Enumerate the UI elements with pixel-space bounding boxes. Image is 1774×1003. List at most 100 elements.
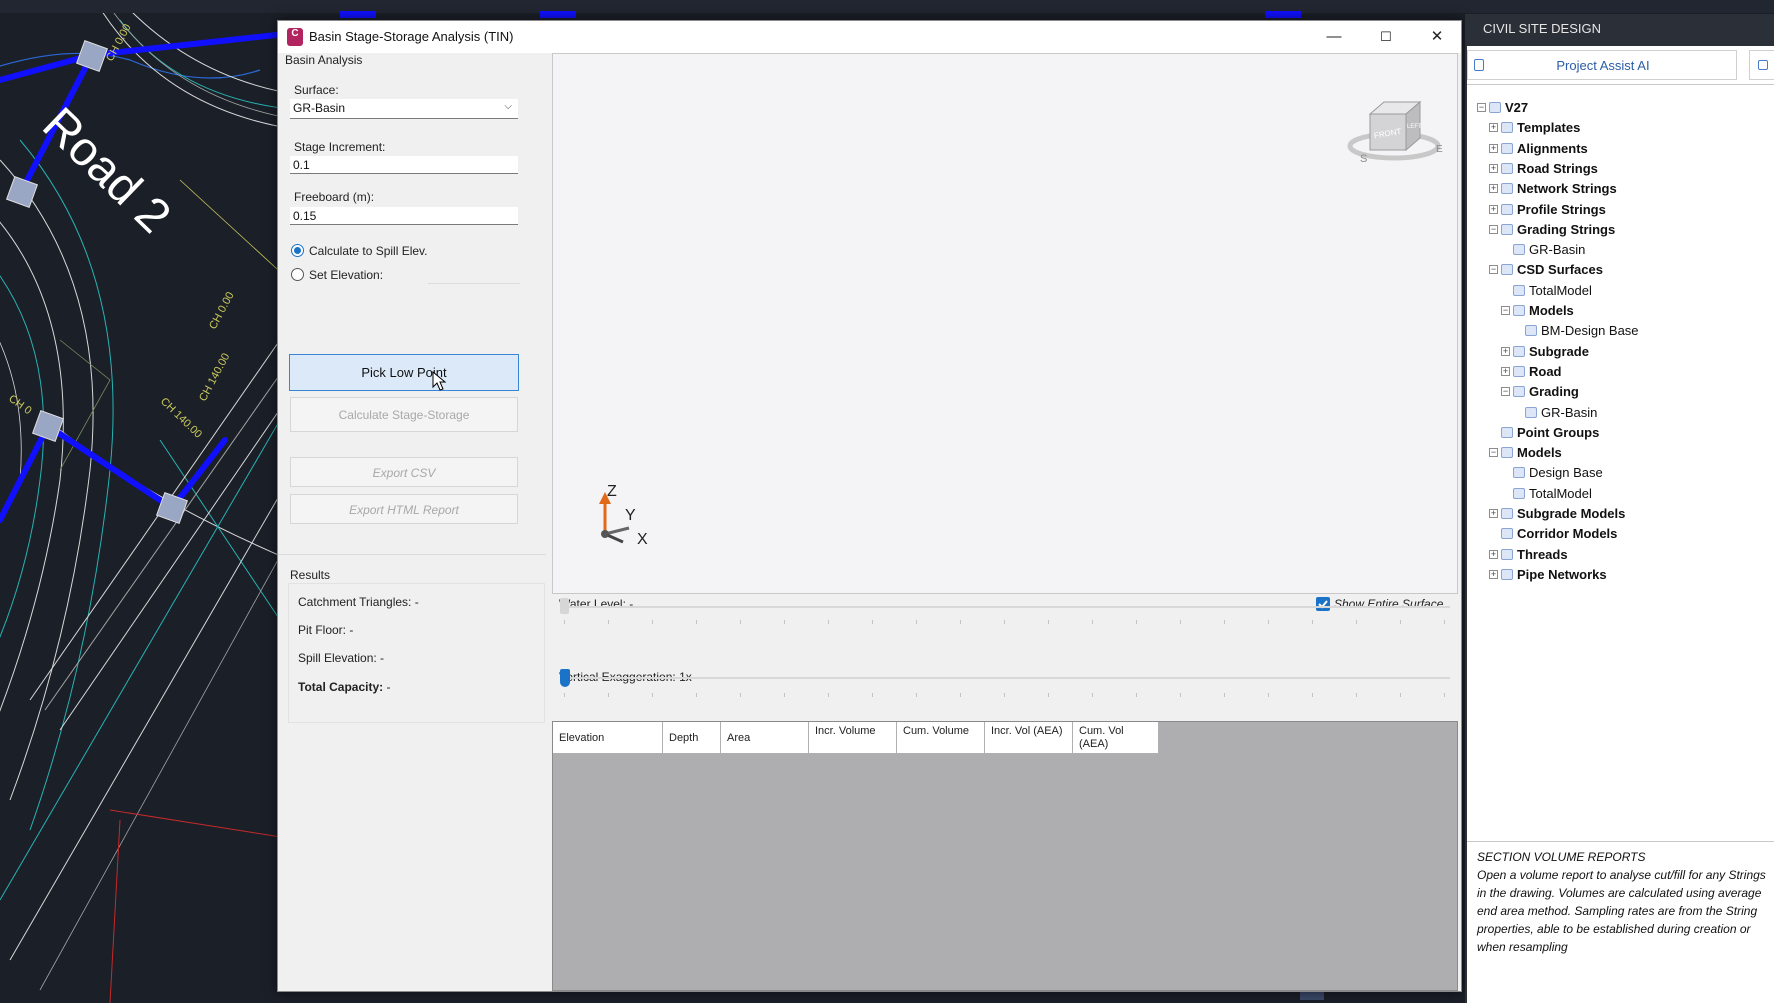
radio-spill-elev[interactable] [291,244,304,257]
tree-item[interactable]: Network Strings [1517,180,1617,198]
tree-item[interactable]: Point Groups [1517,424,1599,442]
tree-item[interactable]: Road [1529,363,1562,381]
mouse-cursor-icon [432,371,447,391]
column-header-depth[interactable]: Depth [663,722,721,754]
axis-z-label: Z [607,484,617,500]
tree-item[interactable]: Subgrade [1529,343,1589,361]
viewcube-left-label: LEFT [1407,124,1422,130]
tree-item[interactable]: Threads [1517,546,1568,564]
collapse-icon[interactable]: − [1501,387,1510,397]
collapse-icon[interactable]: − [1477,103,1486,112]
chevron-down-icon: ⌵ [504,101,512,112]
tree-item[interactable]: Alignments [1517,140,1588,158]
pick-low-point-button[interactable]: Pick Low Point [289,354,519,391]
tree-item[interactable]: Design Base [1529,464,1603,482]
freeboard-input[interactable]: 0.15 [290,207,518,225]
group-title: Basin Analysis [285,53,363,67]
description-title: SECTION VOLUME REPORTS [1477,850,1646,864]
show-entire-surface-checkbox[interactable] [1316,597,1330,611]
expand-icon[interactable]: + [1489,143,1498,153]
tree-item[interactable]: Road Strings [1517,160,1598,178]
tree-item[interactable]: CSD Surfaces [1517,261,1603,279]
export-csv-button[interactable]: Export CSV [290,457,518,487]
pit-floor: Pit Floor: - [298,623,354,637]
tree-node-icon [1489,102,1501,113]
spill-elevation: Spill Elevation: - [298,651,385,665]
expand-icon[interactable]: + [1489,184,1498,194]
total-capacity-label: Total Capacity: [298,680,384,694]
description-body: Open a volume report to analyse cut/fill… [1477,868,1766,954]
tree-item[interactable]: Profile Strings [1517,201,1606,219]
stage-increment-label: Stage Increment: [294,140,386,154]
expand-icon[interactable]: + [1489,549,1498,559]
expand-icon[interactable]: + [1489,509,1498,518]
collapse-icon[interactable]: − [1489,224,1498,234]
calculate-stage-storage-button[interactable]: Calculate Stage-Storage [290,397,518,432]
radio-set-elevation[interactable] [291,268,304,281]
tree-node-icon [1513,345,1525,357]
tree-node-icon [1501,548,1513,560]
minimize-button[interactable]: — [1311,21,1357,53]
tree-node-icon [1513,487,1525,499]
column-header-area[interactable]: Area [721,722,809,754]
3d-viewport[interactable]: FRONT LEFT S E Z Y X [552,53,1458,594]
expand-icon[interactable]: + [1489,569,1498,579]
tree-item[interactable]: Subgrade Models [1517,505,1625,523]
stage-increment-input[interactable]: 0.1 [290,156,518,174]
tree-item[interactable]: GR-Basin [1541,404,1597,422]
tree-node-icon [1501,122,1513,134]
show-entire-surface-label: Show Entire Surface [1334,597,1444,611]
panel-title: CIVIL SITE DESIGN [1483,21,1601,36]
maximize-button[interactable]: ☐ [1363,21,1409,53]
tree-item[interactable]: Corridor Models [1517,525,1617,543]
collapse-icon[interactable]: − [1489,448,1498,458]
expand-icon[interactable]: + [1489,123,1498,133]
tree-item[interactable]: BM-Design Base [1541,322,1639,340]
water-level-slider[interactable] [560,606,1450,608]
column-header-elevation[interactable]: Elevation [553,722,663,754]
surface-select-value: GR-Basin [293,101,346,115]
vertical-exaggeration-slider[interactable] [560,677,1450,679]
expand-icon[interactable]: + [1489,204,1498,214]
tree-node-icon [1501,203,1513,215]
expand-icon[interactable]: + [1501,346,1510,356]
tree-item[interactable]: V27 [1505,99,1528,117]
column-header-incr-volume[interactable]: Incr. Volume [809,722,897,754]
project-assist-ai-button[interactable]: Project Assist AI [1467,50,1737,80]
civil-site-design-panel: CIVIL SITE DESIGN Project Assist AI − V27… [1465,14,1774,1003]
close-button[interactable]: ✕ [1414,21,1460,53]
tree-item[interactable]: Grading [1529,383,1579,401]
viewcube-icon[interactable]: FRONT LEFT S E [1346,84,1446,166]
surface-select[interactable]: GR-Basin ⌵ [290,99,518,119]
vertical-exaggeration-ticks [564,693,1450,697]
collapse-icon[interactable]: − [1501,306,1510,315]
expand-icon[interactable]: + [1489,163,1498,173]
export-html-report-button[interactable]: Export HTML Report [290,494,518,524]
water-level-label: Water Level: - [559,597,634,611]
dialog-titlebar[interactable]: C Basin Stage-Storage Analysis (TIN) — ☐… [278,21,1461,53]
tree-node-icon [1501,183,1513,195]
water-level-slider-thumb[interactable] [560,598,569,614]
column-header-cum-volume[interactable]: Cum. Volume [897,722,985,754]
tree-node-icon [1501,447,1513,459]
tree-item[interactable]: Grading Strings [1517,221,1615,239]
tree-item[interactable]: Pipe Networks [1517,566,1607,584]
refresh-icon [1758,60,1768,70]
tree-item[interactable]: GR-Basin [1529,241,1585,259]
results-title: Results [290,568,331,582]
axis-triad-icon: Z Y X [599,484,648,548]
tree-item[interactable]: Templates [1517,119,1580,137]
refresh-button[interactable] [1749,50,1774,80]
tree-item[interactable]: Models [1517,444,1562,462]
tree-node-icon [1501,426,1513,438]
expand-icon[interactable]: + [1501,366,1510,376]
tree-item[interactable]: TotalModel [1529,485,1592,503]
stage-storage-table[interactable]: Elevation Depth Area Incr. Volume Cum. V… [552,721,1458,991]
tree-item[interactable]: TotalModel [1529,282,1592,300]
tree-item[interactable]: Models [1529,302,1574,320]
column-header-incr-vol-aea[interactable]: Incr. Vol (AEA) [985,722,1073,754]
vertical-exaggeration-slider-thumb[interactable] [560,669,570,687]
set-elevation-input[interactable] [428,265,520,284]
collapse-icon[interactable]: − [1489,265,1498,275]
column-header-cum-vol-aea[interactable]: Cum. Vol (AEA) [1073,722,1159,754]
